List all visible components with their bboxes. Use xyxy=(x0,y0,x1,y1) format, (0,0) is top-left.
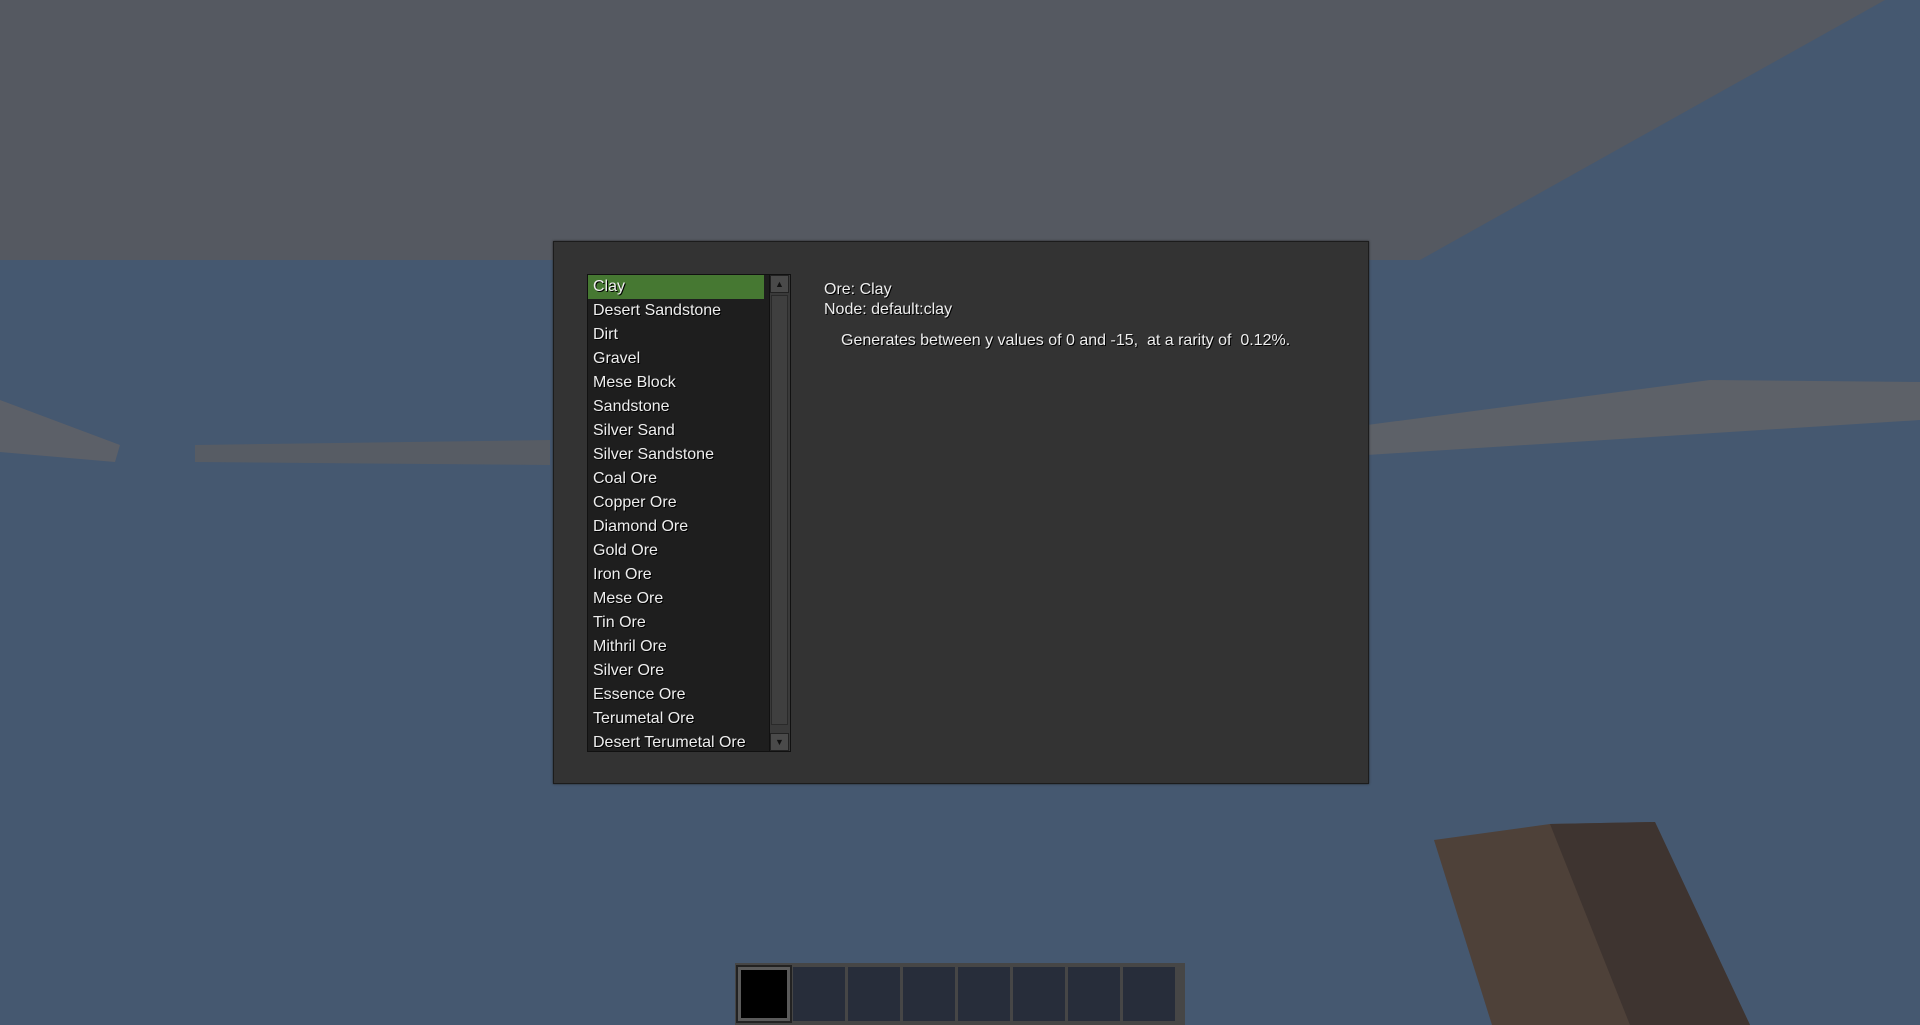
ore-list-item[interactable]: Clay xyxy=(588,275,764,299)
ore-list-item[interactable]: Dirt xyxy=(588,323,764,347)
hotbar-slot[interactable] xyxy=(903,967,955,1021)
ore-list-item[interactable]: Sandstone xyxy=(588,395,764,419)
ore-list-item[interactable]: Silver Sand xyxy=(588,419,764,443)
ore-list-item[interactable]: Gold Ore xyxy=(588,539,764,563)
ore-list-item[interactable]: Terumetal Ore xyxy=(588,707,764,731)
hotbar-slot[interactable] xyxy=(793,967,845,1021)
ore-list-item[interactable]: Gravel xyxy=(588,347,764,371)
ore-list-item[interactable]: Silver Sandstone xyxy=(588,443,764,467)
scroll-up-arrow-icon[interactable]: ▲ xyxy=(770,275,789,293)
hotbar xyxy=(735,963,1185,1025)
ore-list-item[interactable]: Essence Ore xyxy=(588,683,764,707)
list-scrollbar[interactable]: ▲ ▼ xyxy=(769,275,790,751)
ore-list-item[interactable]: Tin Ore xyxy=(588,611,764,635)
ore-list-item[interactable]: Mese Ore xyxy=(588,587,764,611)
ore-info-dialog: Clay Desert Sandstone Dirt Gravel Mese Block… xyxy=(553,241,1369,784)
hotbar-slot[interactable] xyxy=(736,965,792,1023)
generation-info: Generates between y values of 0 and -15,… xyxy=(841,332,1291,349)
ore-list-item[interactable]: Silver Ore xyxy=(588,659,764,683)
ore-list-item[interactable]: Desert Terumetal Ore xyxy=(588,731,764,751)
ore-list-item[interactable]: Coal Ore xyxy=(588,467,764,491)
scroll-down-arrow-icon[interactable]: ▼ xyxy=(770,733,789,751)
ore-list-item[interactable]: Desert Sandstone xyxy=(588,299,764,323)
hotbar-slot[interactable] xyxy=(958,967,1010,1021)
hotbar-slot[interactable] xyxy=(848,967,900,1021)
ore-list[interactable]: Clay Desert Sandstone Dirt Gravel Mese Block… xyxy=(587,274,791,752)
hotbar-slot[interactable] xyxy=(1068,967,1120,1021)
hotbar-slot[interactable] xyxy=(1013,967,1065,1021)
ore-list-item[interactable]: Iron Ore xyxy=(588,563,764,587)
scrollbar-thumb[interactable] xyxy=(771,295,788,725)
ore-name: Ore: Clay xyxy=(824,281,892,298)
ore-list-item[interactable]: Copper Ore xyxy=(588,491,764,515)
ore-list-item[interactable]: Mithril Ore xyxy=(588,635,764,659)
hotbar-slot[interactable] xyxy=(1123,967,1175,1021)
node-name: Node: default:clay xyxy=(824,301,953,318)
ore-list-item[interactable]: Diamond Ore xyxy=(588,515,764,539)
ore-list-item[interactable]: Mese Block xyxy=(588,371,764,395)
